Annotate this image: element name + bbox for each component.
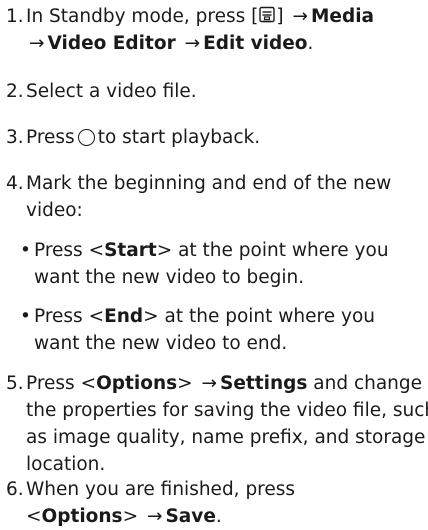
- arrow-icon: →: [29, 33, 45, 54]
- step-number: 3.: [6, 127, 24, 148]
- punctuation: .: [215, 506, 222, 527]
- step-4: 4. Mark the beginning and end of the new…: [6, 170, 426, 224]
- bullet-text: Press <: [34, 306, 105, 327]
- step-3: 3. Press to start playback.: [6, 124, 428, 151]
- menu-item-edit-video: Edit video: [203, 33, 308, 54]
- softkey-start: Start: [104, 240, 157, 261]
- step-text: Press <: [26, 373, 97, 394]
- arrow-icon: →: [201, 373, 218, 394]
- softkey-options: Options: [96, 373, 178, 394]
- step-text: Select a video file.: [26, 81, 197, 102]
- bullet-icon: •: [20, 240, 31, 261]
- step-1: 1. In Standby mode, press [] → Media → Vid…: [6, 3, 428, 57]
- step-text: ]: [276, 6, 284, 27]
- bullet-start: • Press <Start> at the point where you w…: [6, 237, 414, 291]
- arrow-icon: →: [146, 506, 163, 527]
- step-2: 2. Select a video file.: [6, 78, 428, 105]
- menu-item-video-editor: Video Editor: [47, 33, 176, 54]
- bullet-end: • Press <End> at the point where you wan…: [6, 303, 424, 357]
- instruction-page: 1. In Standby mode, press [] → Media → Vid…: [0, 0, 428, 530]
- arrow-icon: →: [184, 33, 201, 54]
- menu-key-icon: [258, 6, 276, 24]
- bullet-text: Press <: [34, 240, 105, 261]
- step-text: In Standby mode, press [: [26, 6, 259, 27]
- step-6: 6. When you are finished, press <Options…: [6, 476, 406, 530]
- punctuation: .: [307, 33, 314, 54]
- step-text: >: [177, 373, 193, 394]
- step-text: to start playback.: [97, 127, 261, 148]
- step-number: 2.: [6, 81, 24, 102]
- step-text: >: [122, 506, 139, 527]
- softkey-options: Options: [41, 506, 123, 527]
- ok-key-icon: [77, 129, 95, 146]
- arrow-icon: →: [292, 6, 308, 27]
- step-number: 1.: [6, 6, 24, 27]
- step-text: Press: [26, 127, 75, 148]
- step-number: 4.: [6, 173, 24, 194]
- step-5: 5. Press <Options> → Settings and change …: [6, 370, 428, 478]
- menu-item-save: Save: [165, 506, 216, 527]
- menu-item-media: Media: [311, 6, 375, 27]
- bullet-icon: •: [20, 306, 31, 327]
- step-number: 5.: [6, 373, 24, 394]
- step-text: Mark the beginning and end of the new vi…: [26, 173, 392, 221]
- step-number: 6.: [6, 479, 24, 500]
- softkey-end: End: [104, 306, 144, 327]
- menu-item-settings: Settings: [220, 373, 308, 394]
